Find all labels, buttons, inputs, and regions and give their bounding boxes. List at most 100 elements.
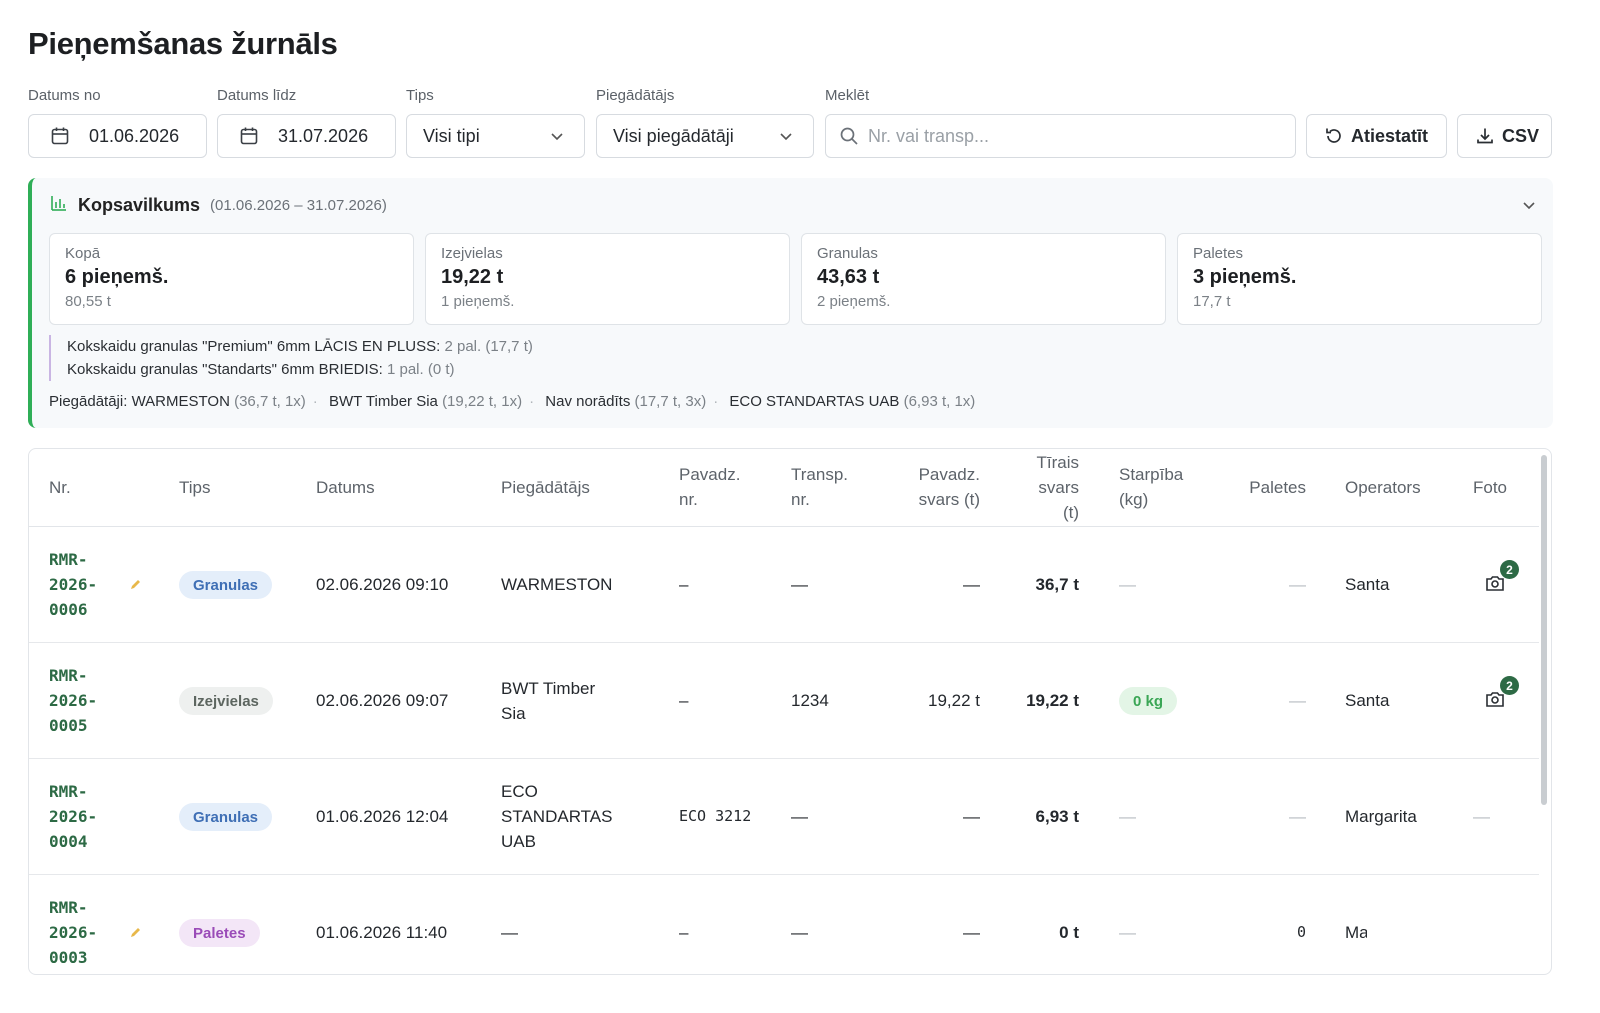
- table-row[interactable]: RMR- 2026- 0003 Paletes 01.06.2026 11:40 —…: [29, 875, 1539, 974]
- col-invoice-nr[interactable]: Pavadz. nr.: [679, 462, 740, 512]
- invoice-weight-cell: —: [963, 575, 980, 594]
- header-line: svars: [1038, 478, 1079, 497]
- table-header: Nr. Tips Datums Piegādātājs Pavadz. nr. T…: [29, 449, 1539, 527]
- col-supplier[interactable]: Piegādātājs: [501, 475, 590, 500]
- date-to-field[interactable]: 31.07.2026: [217, 114, 396, 158]
- nr-part: 2026-: [49, 807, 98, 826]
- pallet-detail: 1 pal. (0 t): [386, 361, 455, 378]
- table-row[interactable]: RMR- 2026- 0006 Granulas 02.06.2026 09:10 …: [29, 527, 1539, 643]
- col-net-weight[interactable]: Tīrais svars (t): [999, 450, 1080, 525]
- summary-card-total: Kopā 6 pieņemš. 80,55 t: [49, 233, 414, 325]
- date-from-field[interactable]: 01.06.2026: [28, 114, 207, 158]
- card-value: 3 pieņemš.: [1193, 266, 1297, 288]
- header-line: Starpība: [1119, 465, 1184, 484]
- supplier-line: STANDARTAS: [501, 807, 613, 826]
- receipt-number[interactable]: RMR- 2026- 0005: [49, 663, 97, 738]
- calendar-icon: [238, 125, 260, 147]
- pallet-name: Kokskaidu granulas "Standarts" 6mm BRIED…: [67, 361, 383, 378]
- receipt-number[interactable]: RMR- 2026- 0006: [49, 547, 97, 622]
- search-input[interactable]: Nr. vai transp...: [868, 126, 989, 147]
- invoice-nr-cell: –: [679, 575, 689, 594]
- net-weight-cell: 6,93 t: [1035, 807, 1079, 826]
- supplier-line: UAB: [501, 832, 536, 851]
- reset-icon: [1323, 125, 1345, 147]
- supplier-breakdown: Piegādātāji: WARMESTON (36,7 t, 1x) · BWT…: [49, 393, 976, 410]
- nr-part: 2026-: [49, 575, 98, 594]
- summary-card-raw: Izejvielas 19,22 t 1 pieņemš.: [425, 233, 790, 325]
- collapse-chevron-icon[interactable]: [1521, 197, 1537, 218]
- table-scrollbar[interactable]: [1541, 455, 1547, 805]
- col-nr[interactable]: Nr.: [49, 475, 71, 500]
- page-title: Pieņemšanas žurnāls: [28, 26, 338, 61]
- reset-button-label: Atiestatīt: [1351, 125, 1429, 146]
- type-select[interactable]: Visi tipi: [406, 114, 585, 158]
- pallet-line: Kokskaidu granulas "Standarts" 6mm BRIED…: [67, 358, 533, 381]
- supplier-line: —: [501, 923, 518, 942]
- card-value: 19,22 t: [441, 266, 504, 288]
- invoice-weight-cell: —: [963, 923, 980, 942]
- type-badge: Paletes: [179, 919, 260, 947]
- supplier-cell: BWT Timber Sia: [501, 676, 595, 726]
- nr-part: RMR-: [49, 782, 88, 801]
- col-type[interactable]: Tips: [179, 475, 211, 500]
- receipt-number[interactable]: RMR- 2026- 0004: [49, 779, 97, 854]
- summary-card-pallets: Paletes 3 pieņemš. 17,7 t: [1177, 233, 1542, 325]
- col-date[interactable]: Datums: [316, 475, 375, 500]
- date-cell: 01.06.2026 11:40: [316, 923, 448, 942]
- pallet-line: Kokskaidu granulas "Premium" 6mm LĀCIS E…: [67, 335, 533, 358]
- invoice-weight-cell: —: [963, 807, 980, 826]
- supplier-select[interactable]: Visi piegādātāji: [596, 114, 814, 158]
- date-to-value: 31.07.2026: [278, 125, 369, 146]
- col-difference[interactable]: Starpība (kg): [1119, 462, 1183, 512]
- card-value: 43,63 t: [817, 266, 880, 288]
- pallets-cell: —: [1289, 807, 1306, 826]
- col-operator[interactable]: Operators: [1345, 475, 1421, 500]
- reset-button[interactable]: Atiestatīt: [1306, 114, 1447, 158]
- chevron-down-icon: [775, 125, 797, 147]
- edit-pencil-icon[interactable]: [129, 578, 141, 596]
- header-line: Transp.: [791, 465, 849, 484]
- col-invoice-weight[interactable]: Pavadz. svars (t): [880, 462, 980, 512]
- card-sub: 80,55 t: [65, 293, 111, 310]
- card-label: Kopā: [65, 245, 101, 262]
- type-select-value: Visi tipi: [423, 125, 480, 146]
- supplier-detail: (36,7 t, 1x): [234, 393, 306, 410]
- camera-icon[interactable]: [1485, 574, 1505, 597]
- download-icon: [1474, 125, 1496, 147]
- pallet-breakdown: Kokskaidu granulas "Premium" 6mm LĀCIS E…: [49, 335, 533, 381]
- pallet-detail: 2 pal. (17,7 t): [444, 338, 533, 355]
- col-transport-nr[interactable]: Transp. nr.: [791, 462, 848, 512]
- nr-part: 2026-: [49, 923, 98, 942]
- search-label: Meklēt: [825, 87, 870, 104]
- table-row[interactable]: RMR- 2026- 0005 Izejvielas 02.06.2026 09:0…: [29, 643, 1539, 759]
- photo-count-badge: 2: [1500, 560, 1519, 579]
- table-row[interactable]: RMR- 2026- 0004 Granulas 01.06.2026 12:04 …: [29, 759, 1539, 875]
- col-pallets[interactable]: Paletes: [1229, 475, 1306, 500]
- card-sub: 1 pieņemš.: [441, 293, 515, 310]
- card-sub: 2 pieņemš.: [817, 293, 891, 310]
- supplier-cell: WARMESTON: [501, 572, 612, 597]
- supplier-name: ECO STANDARTAS UAB: [729, 393, 900, 410]
- card-label: Paletes: [1193, 245, 1244, 262]
- nr-part: RMR-: [49, 550, 88, 569]
- card-label: Izejvielas: [441, 245, 503, 262]
- search-field[interactable]: Nr. vai transp...: [825, 114, 1296, 158]
- pallets-cell: —: [1289, 691, 1306, 710]
- invoice-nr-cell: ECO 3212: [679, 807, 752, 825]
- type-label: Tips: [406, 87, 434, 104]
- supplier-line: Sia: [501, 704, 526, 723]
- supplier-detail: (17,7 t, 3x): [634, 393, 707, 410]
- date-from-value: 01.06.2026: [89, 125, 180, 146]
- camera-icon[interactable]: [1485, 690, 1505, 713]
- receipt-number[interactable]: RMR- 2026- 0003: [49, 895, 97, 970]
- transport-nr-cell: —: [791, 923, 808, 942]
- col-photo[interactable]: Foto: [1473, 475, 1507, 500]
- invoice-weight-cell: 19,22 t: [928, 691, 980, 710]
- net-weight-cell: 19,22 t: [1026, 691, 1079, 710]
- supplier-line: BWT Timber: [501, 679, 596, 698]
- supplier-name: BWT Timber Sia: [328, 393, 438, 410]
- edit-pencil-icon[interactable]: [129, 926, 141, 944]
- header-line: Pavadz.: [918, 465, 980, 484]
- csv-export-button[interactable]: CSV: [1457, 114, 1552, 158]
- suppliers-label: Piegādātāji:: [49, 393, 128, 410]
